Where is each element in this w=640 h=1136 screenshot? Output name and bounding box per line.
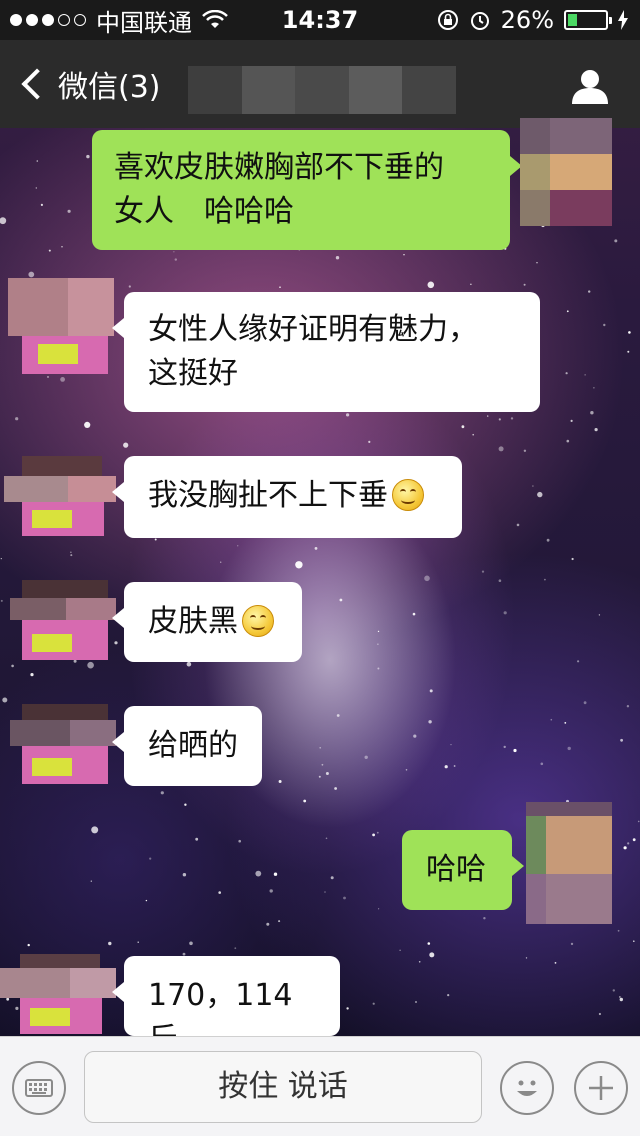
charging-bolt-icon [618, 10, 628, 30]
avatar-self[interactable] [526, 802, 612, 924]
back-button[interactable]: 微信(3) [18, 62, 161, 106]
more-actions-button[interactable] [574, 1061, 628, 1115]
battery-percent: 26% [500, 6, 554, 34]
message-text: 哈哈 [426, 852, 486, 887]
message-text: 我没胸扯不上下垂 [148, 478, 388, 513]
message-bubble-incoming[interactable]: 170，114斤 [112, 956, 340, 1057]
hold-to-talk-button[interactable]: 按住 说话 [84, 1051, 482, 1123]
emoji-button[interactable] [500, 1061, 554, 1115]
chevron-left-icon [21, 68, 53, 100]
message-bubble-incoming[interactable]: 女性人缘好证明有魅力， 这挺好 [112, 292, 540, 412]
battery-icon [564, 10, 612, 30]
keyboard-icon [25, 1079, 53, 1097]
avatar-self[interactable] [520, 118, 612, 226]
alarm-icon [470, 12, 489, 30]
avatar-contact[interactable] [0, 954, 116, 1034]
avatar-contact[interactable] [10, 704, 116, 784]
message-bubble-incoming[interactable]: 皮肤黑 [112, 582, 302, 662]
message-bubble-incoming[interactable]: 给晒的 [112, 706, 262, 786]
chat-info-user-icon[interactable] [570, 66, 610, 106]
input-toolbar: 按住 说话 [0, 1036, 640, 1136]
keyboard-toggle-button[interactable] [12, 1061, 66, 1115]
message-bubble-incoming[interactable]: 我没胸扯不上下垂 [112, 456, 462, 538]
message-bubble-outgoing[interactable]: 哈哈 [402, 830, 524, 910]
chat-nav-bar: 微信(3) [0, 40, 640, 128]
message-text: 给晒的 [148, 728, 238, 763]
avatar-contact[interactable] [10, 580, 116, 660]
battery-fill [568, 14, 578, 26]
message-text-line: 这挺好 [148, 356, 238, 391]
message-text-line: 女人 哈哈哈 [114, 194, 294, 229]
message-text-line: 喜欢皮肤嫩胸部不下垂的 [114, 150, 444, 185]
message-bubble-outgoing[interactable]: 喜欢皮肤嫩胸部不下垂的 女人 哈哈哈 [92, 130, 522, 250]
avatar-contact[interactable] [8, 278, 114, 374]
smile-emoji-icon [242, 605, 274, 637]
chat-title-blurred [188, 66, 456, 114]
plus-icon [589, 1076, 613, 1100]
avatar-contact[interactable] [4, 456, 116, 536]
message-text-line: 女性人缘好证明有魅力， [148, 312, 478, 347]
emoji-icon [517, 1080, 537, 1096]
back-button-label: 微信(3) [58, 70, 161, 105]
smile-emoji-icon [392, 479, 424, 511]
status-bar: 中国联通 14:37 26% [0, 0, 640, 40]
message-text: 皮肤黑 [148, 604, 238, 639]
rotation-lock-icon [437, 10, 458, 30]
